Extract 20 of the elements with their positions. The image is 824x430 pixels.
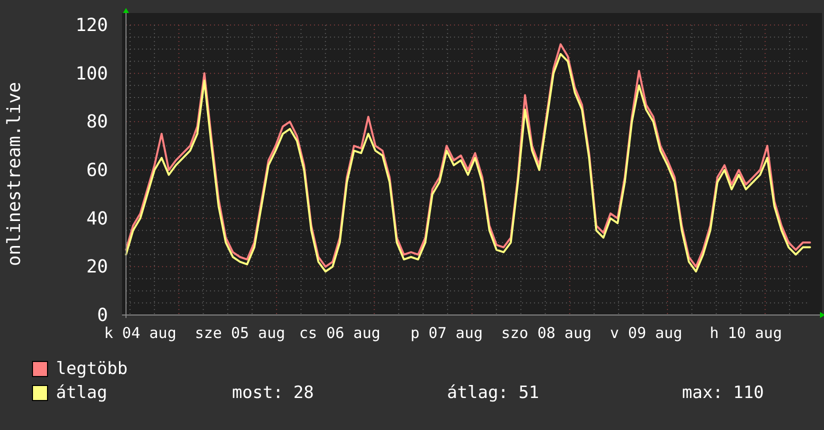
- summary-stat: átlag: 51: [447, 383, 540, 403]
- axis-tick-label: 60: [86, 160, 108, 181]
- axis-title: onlinestream.live: [4, 82, 25, 266]
- axis-tick-label: k 04 aug: [104, 324, 176, 342]
- axis-tick-label: 20: [86, 256, 108, 278]
- axis-tick-label: v 09 aug: [610, 324, 682, 342]
- summary-stat: max: 110: [682, 383, 765, 403]
- axis-tick-label: cs 06 aug: [299, 324, 380, 342]
- legend-label: átlag: [56, 383, 108, 403]
- axis-tick-label: p 07 aug: [410, 324, 483, 342]
- axis-tick-label: 80: [86, 112, 108, 133]
- axis-tick-label: sze 05 aug: [194, 324, 286, 342]
- axis-tick-label: h 10 aug: [710, 324, 782, 342]
- axis-tick-label: 120: [75, 15, 108, 36]
- axis-tick-label: 0: [97, 305, 108, 326]
- summary-stat: most: 28: [232, 383, 315, 403]
- axis-tick-label: szo 08 aug: [501, 324, 592, 342]
- legend-label: legtöbb: [56, 359, 128, 379]
- axis-tick-label: 100: [75, 63, 108, 84]
- axis-tick-label: 40: [86, 208, 108, 230]
